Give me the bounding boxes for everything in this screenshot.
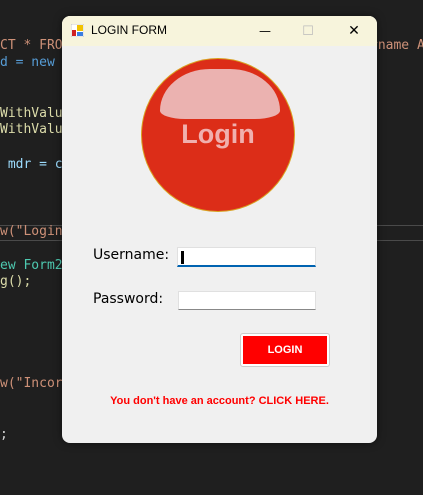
code-line: d = new M bbox=[0, 55, 71, 70]
username-label: Username: bbox=[93, 247, 170, 263]
logo-gloss bbox=[160, 69, 280, 119]
login-button[interactable]: LOGIN bbox=[240, 333, 330, 367]
password-label: Password: bbox=[93, 291, 164, 307]
password-input[interactable] bbox=[178, 291, 316, 310]
close-icon: ✕ bbox=[348, 23, 360, 39]
window-title: LOGIN FORM bbox=[91, 23, 168, 37]
login-logo: Login bbox=[141, 58, 295, 212]
username-input[interactable] bbox=[177, 247, 316, 267]
code-line: ; bbox=[0, 427, 8, 442]
maximize-button[interactable]: ☐ bbox=[285, 16, 331, 46]
text-caret bbox=[181, 251, 184, 264]
code-line: rname A bbox=[370, 38, 423, 53]
signup-link[interactable]: You don't have an account? CLICK HERE. bbox=[62, 395, 377, 407]
logo-text: Login bbox=[181, 119, 255, 149]
minimize-button[interactable]: — bbox=[242, 16, 288, 46]
login-button-label: LOGIN bbox=[243, 336, 327, 364]
code-line: WithValue bbox=[0, 106, 71, 121]
code-line: g(); bbox=[0, 274, 32, 289]
login-form-window: LOGIN FORM — ☐ ✕ Login Username: Passwor… bbox=[62, 16, 377, 443]
code-line: ew Form2( bbox=[0, 258, 71, 273]
close-button[interactable]: ✕ bbox=[331, 16, 377, 46]
code-line: w("Login bbox=[0, 224, 63, 239]
title-bar[interactable]: LOGIN FORM — ☐ ✕ bbox=[62, 16, 377, 46]
minimize-icon: — bbox=[259, 24, 271, 38]
code-line: w("Incorr bbox=[0, 376, 71, 391]
app-icon bbox=[71, 24, 84, 37]
code-line: WithValue bbox=[0, 122, 71, 137]
code-line: CT * FROM bbox=[0, 38, 71, 53]
code-line: mdr = co bbox=[0, 157, 71, 172]
maximize-icon: ☐ bbox=[302, 23, 314, 39]
